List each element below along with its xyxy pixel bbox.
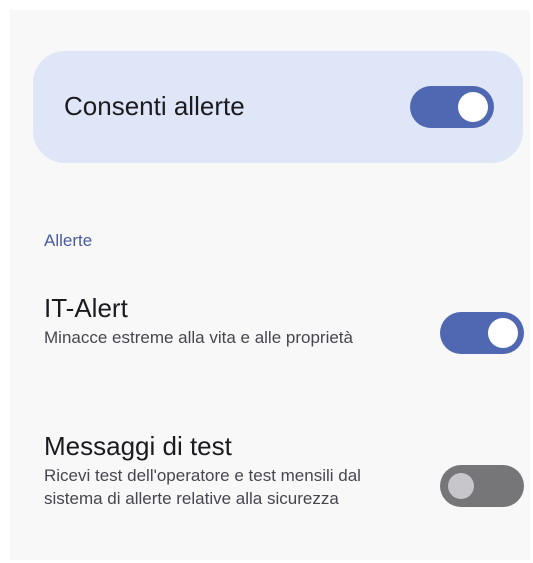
allow-alerts-label: Consenti allerte [64, 91, 245, 121]
it-alert-toggle[interactable] [440, 312, 524, 354]
test-messages-toggle[interactable] [440, 465, 524, 507]
allow-alerts-card[interactable]: Consenti allerte [33, 51, 523, 163]
allow-alerts-toggle[interactable] [410, 86, 494, 128]
settings-screen: Consenti allerte Allerte IT-Alert Minacc… [10, 10, 530, 560]
toggle-thumb [448, 473, 474, 499]
setting-row-test-messages[interactable]: Messaggi di test Ricevi test dell'operat… [44, 430, 524, 510]
test-messages-title: Messaggi di test [44, 431, 232, 461]
toggle-thumb [458, 92, 488, 122]
toggle-thumb [488, 318, 518, 348]
it-alert-description: Minacce estreme alla vita e alle proprie… [44, 328, 353, 347]
setting-row-it-alert[interactable]: IT-Alert Minacce estreme alla vita e all… [44, 292, 524, 354]
test-messages-description: Ricevi test dell'operatore e test mensil… [44, 466, 361, 508]
alerts-section-header: Allerte [44, 231, 93, 250]
